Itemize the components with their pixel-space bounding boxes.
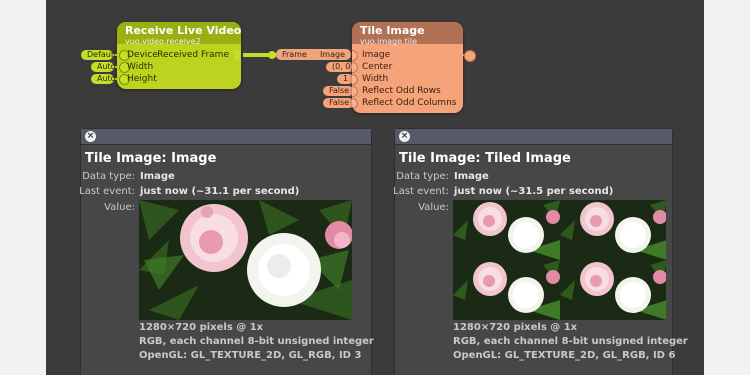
reflect-rows-port[interactable] bbox=[352, 86, 358, 97]
tile-node-header[interactable]: Tile Image vuo.image.tile bbox=[352, 22, 463, 46]
tiled-carnations-image bbox=[453, 200, 666, 320]
data-type-label: Data type: bbox=[396, 171, 449, 182]
reflect-rows-port-label: Reflect Odd Rows bbox=[362, 86, 441, 96]
center-port[interactable] bbox=[352, 62, 358, 73]
image-info-dimensions: 1280×720 pixels @ 1x bbox=[139, 322, 264, 333]
tile-image-node[interactable]: Tile Image vuo.image.tile Image Center W… bbox=[352, 22, 463, 113]
close-icon[interactable]: × bbox=[85, 131, 96, 142]
center-value-pill[interactable]: (0, 0) bbox=[326, 62, 354, 72]
cable-output-label: Frame bbox=[282, 50, 307, 59]
reflect-columns-port-label: Reflect Odd Columns bbox=[362, 98, 457, 108]
image-info-dimensions: 1280×720 pixels @ 1x bbox=[453, 322, 578, 333]
receive-node-title: Receive Live Video bbox=[125, 24, 241, 37]
last-event-value: just now (~31.5 per second) bbox=[454, 186, 614, 197]
data-type-value: Image bbox=[140, 171, 175, 182]
tiled-image-output-port[interactable] bbox=[464, 50, 476, 62]
image-port-label: Image bbox=[362, 50, 391, 60]
height-port-label: Height bbox=[127, 74, 157, 84]
value-label: Value: bbox=[418, 202, 449, 213]
tiled-image-preview bbox=[453, 200, 666, 320]
received-frame-port[interactable] bbox=[234, 49, 240, 60]
last-event-value: just now (~31.1 per second) bbox=[140, 186, 300, 197]
popover-titlebar[interactable]: × bbox=[395, 129, 672, 145]
width-port-label: Width bbox=[127, 62, 154, 72]
close-icon[interactable]: × bbox=[399, 131, 410, 142]
data-type-label: Data type: bbox=[82, 171, 135, 182]
tile-node-title: Tile Image bbox=[360, 24, 425, 37]
port-popover-tiled-image[interactable]: × Tile Image: Tiled Image Data type: Ima… bbox=[393, 128, 688, 375]
image-info-opengl: OpenGL: GL_TEXTURE_2D, GL_RGB, ID 3 bbox=[139, 350, 362, 361]
image-port[interactable] bbox=[352, 50, 358, 61]
received-frame-port-label: Received Frame bbox=[157, 50, 229, 60]
tile-node-subtitle: vuo.image.tile bbox=[360, 37, 418, 46]
width-port-tile[interactable] bbox=[352, 74, 358, 85]
data-type-value: Image bbox=[454, 171, 489, 182]
value-label: Value: bbox=[104, 202, 135, 213]
cable-input-label: Image bbox=[319, 50, 345, 59]
image-preview bbox=[139, 200, 352, 320]
reflect-columns-port[interactable] bbox=[352, 98, 358, 109]
cable-type-label: Frame Image bbox=[276, 49, 351, 60]
width-port-label-tile: Width bbox=[362, 74, 389, 84]
popover-title: Tile Image: Tiled Image bbox=[399, 151, 571, 166]
reflect-columns-value-pill[interactable]: False bbox=[323, 98, 354, 108]
width-value-pill[interactable]: Auto bbox=[91, 62, 116, 72]
receive-node-subtitle: vuo.video.receive2 bbox=[125, 37, 201, 46]
receive-node-header[interactable]: Receive Live Video vuo.video.receive2 bbox=[117, 22, 241, 46]
reflect-rows-value-pill[interactable]: False bbox=[323, 86, 354, 96]
center-port-label: Center bbox=[362, 62, 393, 72]
receive-live-video-node[interactable]: Receive Live Video vuo.video.receive2 De… bbox=[117, 22, 241, 89]
image-info-format: RGB, each channel 8-bit unsigned integer bbox=[139, 336, 374, 347]
carnations-image bbox=[139, 200, 352, 320]
last-event-label: Last event: bbox=[393, 186, 449, 197]
image-info-opengl: OpenGL: GL_TEXTURE_2D, GL_RGB, ID 6 bbox=[453, 350, 676, 361]
last-event-label: Last event: bbox=[79, 186, 135, 197]
device-value-pill[interactable]: Default bbox=[81, 50, 116, 60]
height-value-pill[interactable]: Auto bbox=[91, 74, 116, 84]
image-info-format: RGB, each channel 8-bit unsigned integer bbox=[453, 336, 688, 347]
popover-titlebar[interactable]: × bbox=[81, 129, 371, 145]
device-port-label: Device bbox=[127, 50, 158, 60]
popover-title: Tile Image: Image bbox=[85, 151, 217, 166]
port-popover-image[interactable]: × Tile Image: Image Data type: Image Las… bbox=[79, 128, 374, 375]
